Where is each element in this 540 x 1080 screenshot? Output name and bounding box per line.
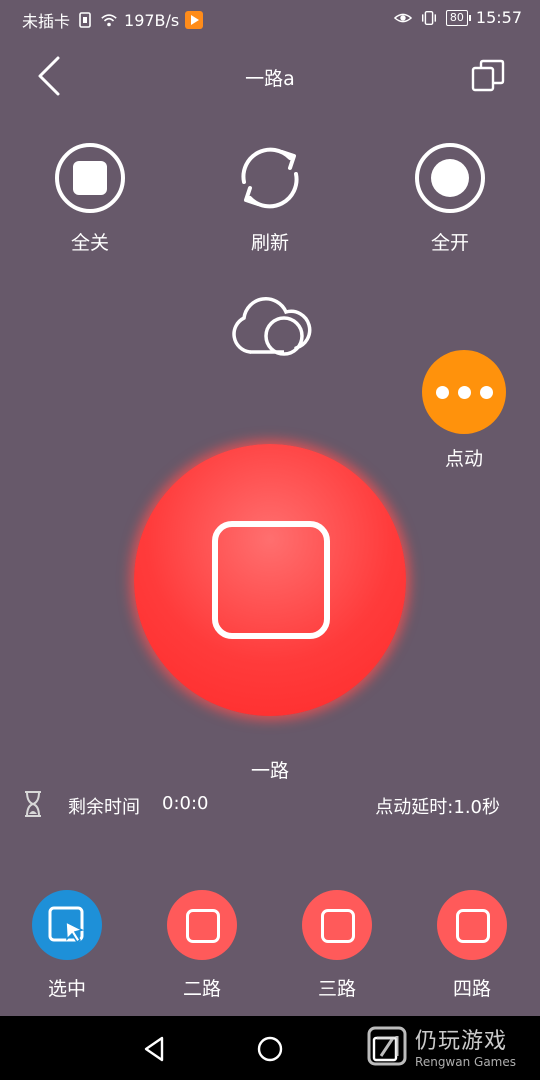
watermark-text: 仍玩游戏 Rengwan Games <box>415 1023 516 1069</box>
nav-home-icon[interactable] <box>255 1034 285 1064</box>
refresh-icon <box>241 147 299 209</box>
all-off-label: 全关 <box>70 232 109 254</box>
channel-label: 四路 <box>452 978 491 1000</box>
clock: 15:57 <box>475 8 522 27</box>
watermark-logo-icon <box>367 1026 407 1066</box>
copy-icon[interactable] <box>470 58 506 94</box>
app-notification-icon <box>185 11 204 29</box>
status-left: 未插卡 197B/s <box>22 8 204 32</box>
status-bar: 未插卡 197B/s 80 15:57 <box>0 0 540 36</box>
carrier-text: 未插卡 <box>22 12 71 31</box>
channel-3-button[interactable]: 三路 <box>282 890 392 1001</box>
channel-label: 选中 <box>47 978 86 1000</box>
wifi-icon <box>101 14 117 27</box>
all-off-button[interactable]: 全关 <box>30 140 150 255</box>
channel-label: 三路 <box>317 978 356 1000</box>
refresh-button[interactable]: 刷新 <box>210 140 330 255</box>
remaining-time-value: 0:0:0 <box>162 793 209 814</box>
eye-icon <box>393 13 412 22</box>
square-icon <box>167 890 237 960</box>
select-icon <box>32 890 102 960</box>
stop-circle-icon <box>55 143 125 213</box>
watermark: 仍玩游戏 Rengwan Games <box>367 1016 516 1076</box>
dot <box>479 385 493 399</box>
sim-icon <box>79 12 91 28</box>
header: 一路a <box>0 44 540 108</box>
channel-name: 一路 <box>250 760 289 782</box>
remaining-time-label: 剩余时间 <box>68 797 140 818</box>
channel-2-button[interactable]: 二路 <box>147 890 257 1001</box>
jog-label: 点动 <box>444 448 483 470</box>
watermark-name: 仍玩游戏 <box>415 1029 508 1054</box>
record-circle-icon <box>415 143 485 213</box>
square-icon <box>302 890 372 960</box>
cloud-icon[interactable] <box>228 290 312 360</box>
square-icon <box>437 890 507 960</box>
nav-back-icon[interactable] <box>140 1034 170 1064</box>
dot <box>435 385 449 399</box>
battery-icon: 80 <box>445 9 471 26</box>
all-on-label: 全开 <box>430 232 469 254</box>
jog-delay-text: 点动延时:1.0秒 <box>375 797 500 818</box>
screen: 未插卡 197B/s 80 15:57 一路a 全关 刷新 全开 点动 一路 剩… <box>0 0 540 1080</box>
status-right: 80 15:57 <box>393 8 522 27</box>
dot <box>457 385 471 399</box>
watermark-sub: Rengwan Games <box>415 1055 516 1069</box>
square-icon <box>212 521 330 639</box>
more-icon <box>422 350 506 434</box>
refresh-label: 刷新 <box>250 232 289 254</box>
main-switch-button[interactable] <box>134 444 406 716</box>
timer-row: 剩余时间 0:0:0 点动延时:1.0秒 <box>22 790 500 820</box>
network-speed: 197B/s <box>124 10 180 30</box>
channel-4-button[interactable]: 四路 <box>417 890 527 1001</box>
channel-select-button[interactable]: 选中 <box>12 890 122 1001</box>
channel-label: 二路 <box>182 978 221 1000</box>
hourglass-icon <box>25 791 41 817</box>
page-title: 一路a <box>245 68 295 90</box>
all-on-button[interactable]: 全开 <box>390 140 510 255</box>
jog-button[interactable]: 点动 <box>420 350 508 471</box>
vibrate-icon <box>421 10 436 25</box>
